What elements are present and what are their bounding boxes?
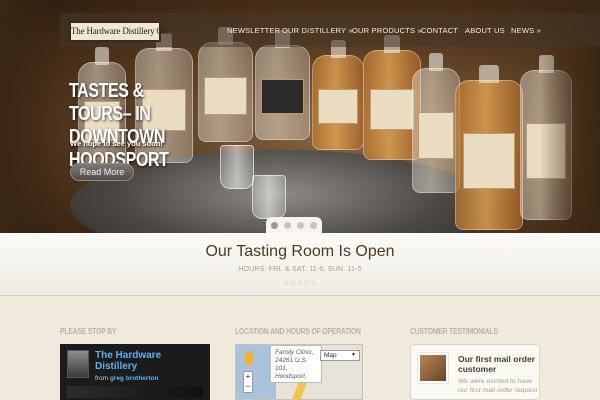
map-type-label: Map [324, 352, 337, 359]
author-prefix: from [95, 375, 108, 382]
rating-stars: ☆☆☆☆☆ [283, 280, 317, 287]
visit-heading: PLEASE STOP BY [60, 327, 117, 336]
nav-contact[interactable]: CONTACT [421, 26, 458, 35]
hero-subtitle: We hope to see you soon! [70, 139, 163, 148]
nav-our-products[interactable]: OUR PRODUCTS » [352, 26, 422, 35]
read-more-button[interactable]: Read More [70, 163, 134, 181]
slide-dot-4[interactable] [310, 222, 317, 229]
testimonial-card: Our first mail order customer We were ex… [410, 344, 540, 400]
location-map[interactable]: + − Family Clinic, 24261 U.S. 101, Hoods… [235, 344, 363, 400]
hero-bottle-image [412, 53, 460, 193]
hero-bottle-image [255, 30, 310, 140]
hero-bottle-image [455, 65, 523, 230]
slider-pagination [266, 217, 322, 233]
popup-line: Family Clinic, [275, 349, 314, 356]
hero-bottle-image [198, 27, 253, 142]
testimonial-text: We were excited to have our first mail o… [458, 378, 538, 394]
logo-text: The Hardware Distillery Co. [71, 26, 169, 36]
slide-dot-2[interactable] [284, 222, 291, 229]
testimonial-photo [418, 353, 448, 383]
author-name-link[interactable]: greg brotherton [110, 375, 159, 382]
video-card[interactable]: The Hardware Distillery from greg brothe… [60, 344, 210, 400]
video-card-title[interactable]: The Hardware Distillery [95, 350, 205, 372]
hero-title: TASTES & TOURS– IN DOWNTOWN HOODSPORT [69, 80, 169, 171]
video-preview[interactable] [67, 386, 203, 398]
location-heading: LOCATION AND HOURS OF OPERATION [235, 327, 361, 336]
testimonial-title[interactable]: Our first mail order customer [458, 354, 538, 374]
map-info-popup: Family Clinic, 24261 U.S. 101, Hoodsport… [270, 345, 322, 383]
tasting-room-title: Our Tasting Room Is Open [205, 243, 395, 260]
popup-line: 101, [275, 365, 288, 372]
map-zoom-control[interactable]: + − [243, 371, 253, 393]
zoom-in-button[interactable]: + [244, 372, 252, 382]
hero-glass-image [252, 175, 286, 219]
nav-our-distillery[interactable]: OUR DISTILLERY » [282, 26, 353, 35]
hero-bottle-image [312, 40, 364, 150]
zoom-out-button[interactable]: − [244, 382, 252, 392]
nav-newsletter[interactable]: NEWSLETTER [227, 26, 280, 35]
popup-line: 24261 U.S. [275, 357, 308, 364]
nav-news[interactable]: NEWS » [511, 26, 541, 35]
slide-dot-1[interactable] [271, 222, 278, 229]
testimonials-heading: CUSTOMER TESTIMONIALS [410, 327, 498, 336]
popup-line: Hoodsport, [275, 373, 307, 380]
street-view-pegman-icon[interactable] [245, 351, 253, 365]
nav-about-us[interactable]: ABOUT US [465, 26, 505, 35]
chevron-down-icon: ▼ [351, 352, 356, 358]
profile-thumbnail [67, 350, 89, 378]
site-logo[interactable]: The Hardware Distillery Co. [69, 21, 169, 42]
map-type-select[interactable]: Map ▼ [320, 350, 360, 361]
video-card-author: from greg brotherton [95, 375, 159, 382]
tasting-room-hours: HOURS: FRI. & SAT. 11-6; SUN. 11-5 [238, 266, 362, 273]
slide-dot-3[interactable] [297, 222, 304, 229]
hero-glass-image [220, 145, 254, 189]
